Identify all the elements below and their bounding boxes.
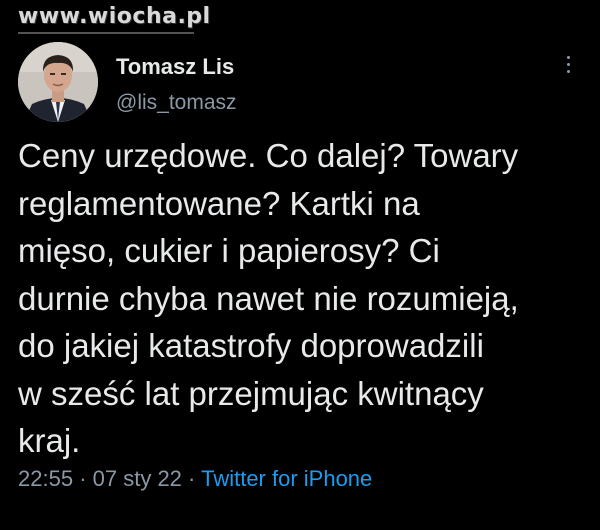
avatar-photo [18, 42, 98, 122]
meta-separator: · [188, 466, 196, 491]
watermark-underline [18, 32, 194, 34]
site-watermark: www.wiocha.pl [18, 4, 211, 29]
meta-separator: · [79, 466, 87, 491]
author-info[interactable]: Tomasz Lis @lis_tomasz [116, 54, 237, 116]
more-options-button[interactable] [564, 56, 572, 80]
more-vertical-icon [564, 56, 572, 73]
tweet-time[interactable]: 22:55 [18, 466, 73, 491]
author-handle[interactable]: @lis_tomasz [116, 90, 237, 116]
tweet-meta: 22:55 · 07 sty 22 · Twitter for iPhone [18, 466, 372, 492]
avatar[interactable] [18, 42, 98, 122]
tweet-text: Ceny urzędowe. Co dalej? Towary reglamen… [18, 137, 519, 459]
tweet-source-link[interactable]: Twitter for iPhone [201, 466, 372, 491]
author-display-name[interactable]: Tomasz Lis [116, 54, 237, 80]
tweet-date[interactable]: 07 sty 22 [93, 466, 182, 491]
tweet-header: Tomasz Lis @lis_tomasz [18, 42, 582, 128]
